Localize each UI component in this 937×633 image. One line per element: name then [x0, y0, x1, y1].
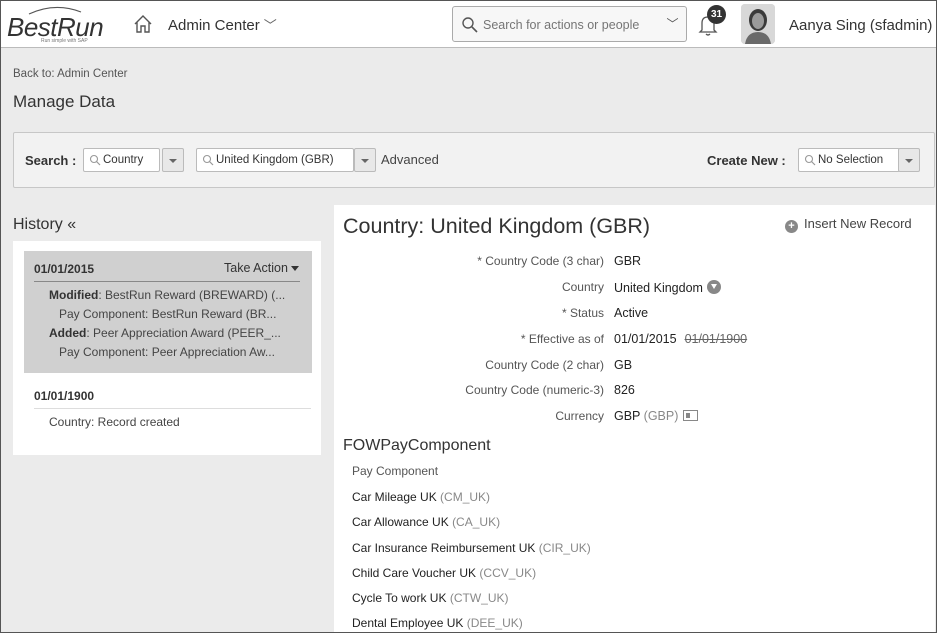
plus-circle-icon: + — [785, 220, 798, 233]
field-value: United Kingdom — [614, 280, 721, 295]
module-label: Admin Center — [168, 17, 260, 34]
currency-code: (GBP) — [643, 409, 679, 423]
list-item[interactable]: Car Allowance UK (CA_UK) — [352, 515, 500, 529]
object-type-dropdown-button[interactable] — [162, 148, 184, 172]
field-value: 01/01/2015 01/01/1900 — [614, 332, 747, 346]
user-photo-icon — [741, 4, 775, 44]
search-icon — [462, 17, 478, 33]
history-entry-date[interactable]: 01/01/1900 — [34, 389, 94, 403]
insert-new-record-button[interactable]: + Insert New Record — [785, 216, 912, 233]
top-header: BestRun Run simple with SAP Admin Center… — [1, 1, 936, 48]
field-value: GBR — [614, 254, 642, 268]
notification-badge[interactable]: 31 — [707, 5, 726, 24]
breadcrumb[interactable]: Back to: Admin Center — [13, 68, 127, 80]
caret-down-icon — [905, 159, 913, 163]
history-entry-date: 01/01/2015 — [34, 262, 95, 276]
avatar[interactable] — [741, 4, 775, 44]
search-icon — [202, 154, 214, 166]
bestrun-logo[interactable]: BestRun Run simple with SAP — [7, 4, 119, 44]
history-line: Pay Component: Peer Appreciation Aw... — [59, 345, 275, 359]
record-dropdown-button[interactable] — [354, 148, 376, 172]
list-item[interactable]: Dental Employee UK (DEE_UK) — [352, 616, 523, 630]
field-value: GBP (GBP) — [614, 409, 699, 423]
history-line: Pay Component: BestRun Reward (BR... — [59, 307, 277, 321]
pay-component-header: Pay Component — [352, 464, 439, 478]
caret-down-icon — [169, 159, 177, 163]
user-menu[interactable]: Aanya Sing (sfadmin) ﹀ — [789, 15, 936, 34]
list-item[interactable]: Car Insurance Reimbursement UK (CIR_UK) — [352, 541, 591, 555]
field-label: * Effective as of — [520, 332, 604, 346]
chevron-down-icon: ﹀ — [263, 18, 277, 33]
field-label: Country — [561, 280, 604, 294]
record-title: Country: United Kingdom (GBR) — [343, 214, 651, 238]
home-icon[interactable] — [132, 13, 154, 35]
country-value: United Kingdom — [614, 281, 703, 295]
object-type-value: Country — [103, 154, 144, 166]
search-scope-dropdown[interactable]: ﹀ — [659, 6, 687, 42]
take-action-button[interactable]: Take Action — [224, 261, 299, 275]
record-detail-panel: Country: United Kingdom (GBR) + Insert Ne… — [334, 205, 935, 632]
field-label: Country Code (2 char) — [485, 358, 604, 372]
field-value: Active — [614, 306, 649, 320]
field-label: * Country Code (3 char) — [477, 254, 604, 268]
caret-down-icon — [361, 159, 369, 163]
create-new-value: No Selection — [818, 154, 884, 166]
section-title: FOWPayComponent — [343, 437, 491, 454]
field-label: Currency — [555, 409, 604, 423]
insert-new-label: Insert New Record — [804, 216, 912, 231]
list-item[interactable]: Car Mileage UK (CM_UK) — [352, 490, 490, 504]
create-new-label: Create New : — [707, 153, 786, 168]
record-search-bar: Search : Country United Kingdom (GBR) Ad… — [13, 132, 935, 188]
search-label: Search : — [25, 153, 77, 168]
record-combo[interactable]: United Kingdom (GBR) — [196, 148, 354, 172]
divider — [34, 281, 300, 282]
app-window: BestRun Run simple with SAP Admin Center… — [0, 0, 937, 633]
history-panel: History « 01/01/2015 Take Action Modifie… — [13, 205, 321, 455]
take-action-label: Take Action — [224, 261, 288, 275]
search-input[interactable] — [483, 15, 655, 35]
user-name: Aanya Sing (sfadmin) — [789, 17, 933, 34]
old-effective-date: 01/01/1900 — [684, 332, 748, 346]
history-line: Modified: BestRun Reward (BREWARD) (... — [49, 288, 286, 302]
advanced-link[interactable]: Advanced — [381, 152, 439, 167]
field-value: GB — [614, 358, 633, 372]
field-label: * Status — [561, 306, 604, 320]
list-item[interactable]: Cycle To work UK (CTW_UK) — [352, 591, 509, 605]
history-line: Added: Peer Appreciation Award (PEER_... — [49, 326, 281, 340]
caret-down-icon — [290, 266, 299, 272]
details-card-icon[interactable] — [683, 410, 699, 421]
list-item[interactable]: Child Care Voucher UK (CCV_UK) — [352, 566, 536, 580]
page-title: Manage Data — [13, 92, 116, 111]
search-icon — [804, 154, 816, 166]
info-dropdown-icon[interactable] — [706, 280, 721, 294]
chevron-down-icon: ﹀ — [666, 17, 679, 31]
effective-date: 01/01/2015 — [614, 332, 677, 346]
global-search[interactable] — [452, 6, 660, 42]
field-label: Country Code (numeric-3) — [465, 383, 604, 397]
history-entry[interactable]: 01/01/2015 Take Action Modified: BestRun… — [24, 251, 312, 373]
currency-value: GBP — [614, 409, 641, 423]
history-title[interactable]: History « — [13, 216, 76, 234]
history-header: History « — [13, 205, 321, 241]
record-value: United Kingdom (GBR) — [216, 154, 334, 166]
create-new-combo[interactable]: No Selection — [798, 148, 900, 172]
logo-tagline: Run simple with SAP — [41, 38, 88, 44]
divider — [34, 408, 311, 409]
search-icon — [89, 154, 101, 166]
field-value: 826 — [614, 383, 635, 397]
module-switcher[interactable]: Admin Center ﹀ — [168, 15, 277, 34]
history-line: Country: Record created — [49, 415, 180, 429]
object-type-combo[interactable]: Country — [83, 148, 160, 172]
create-new-dropdown-button[interactable] — [898, 148, 920, 172]
